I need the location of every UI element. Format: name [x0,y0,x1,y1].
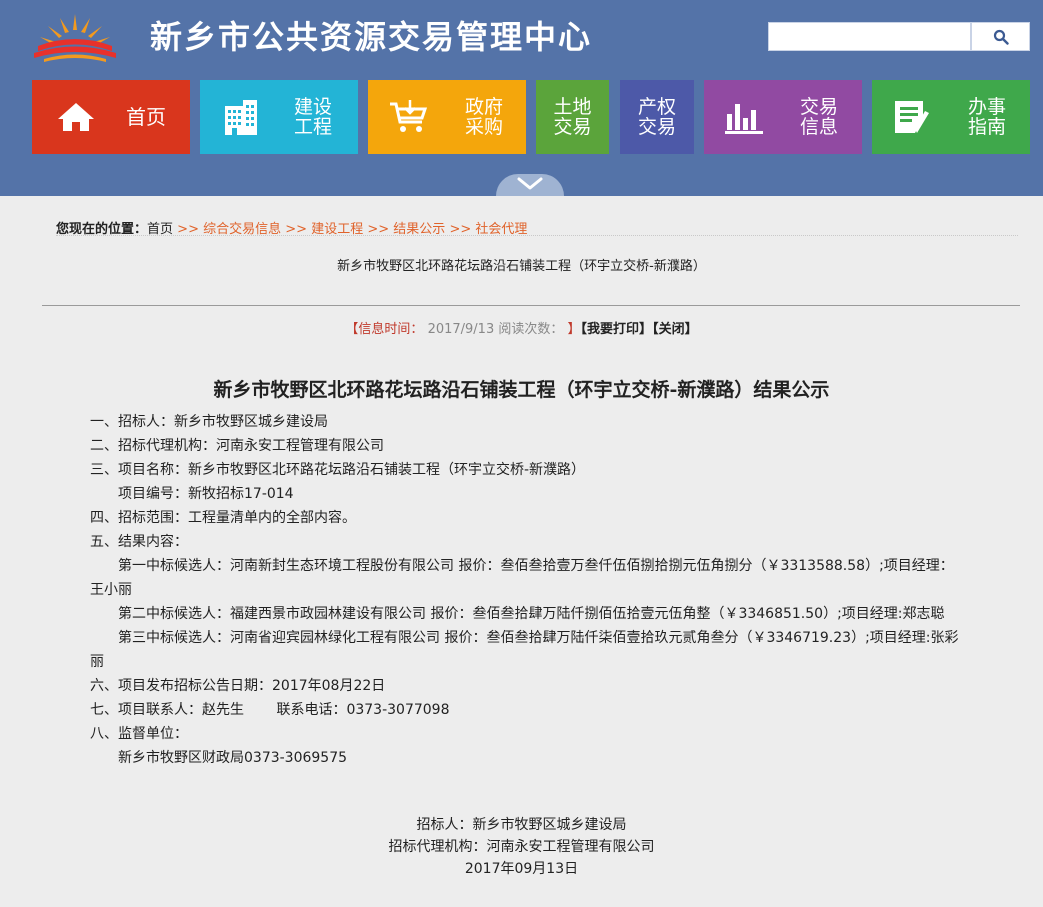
article-line: 六、项目发布招标公告日期：2017年08月22日 [90,678,386,694]
nav-government-procurement-label: 政府采购 [464,96,503,138]
article-line: 二、招标代理机构：河南永安工程管理有限公司 [90,438,384,454]
logo-emblem-icon [34,14,116,62]
site-title: 新乡市公共资源交易管理中心 [150,18,593,56]
article-line: 第一中标候选人：河南新封生态环境工程股份有限公司 报价：叁佰叁拾壹万叁仟伍佰捌拾… [90,558,954,598]
nav-home[interactable]: 首页 [32,80,190,154]
article-title: 新乡市牧野区北环路花坛路沿石铺装工程（环宇立交桥-新濮路）结果公示 [213,379,830,401]
info-meta-line: 【信息时间： 2017/9/13 阅读次数： 】【我要打印】【关闭】 [0,318,1043,337]
page-subtitle: 新乡市牧野区北环路花坛路沿石铺装工程（环宇立交桥-新濮路） [337,259,706,274]
cart-icon [388,100,428,134]
read-count-close: 】 [567,322,581,337]
article-line: 第二中标候选人：福建西景市政园林建设有限公司 报价：叁佰叁拾肆万陆仟捌佰伍拾壹元… [118,606,945,622]
search-icon [993,29,1009,45]
article-line: 第三中标候选人：河南省迎宾园林绿化工程有限公司 报价：叁佰叁拾肆万陆仟柒佰壹拾玖… [90,630,959,670]
nav-trading-info-label: 交易信息 [799,96,838,138]
nav-construction[interactable]: 建设工程 [200,80,358,154]
article-line: 四、招标范围：工程量清单内的全部内容。 [90,510,356,526]
chevron-down-icon [517,177,543,190]
nav-land-trading-label: 土地交易 [553,96,592,138]
nav-service-guide-label: 办事指南 [967,96,1006,138]
nav-property-trading-label: 产权交易 [637,96,676,138]
article-line: 五、结果内容： [90,534,188,550]
article-line: 新乡市牧野区财政局0373-3069575 [118,750,348,766]
signature-agent: 招标代理机构：河南永安工程管理有限公司 [388,839,655,855]
signature-tenderer: 招标人：新乡市牧野区城乡建设局 [416,817,627,833]
nav-trading-info[interactable]: 交易信息 [704,80,862,154]
collapse-toggle[interactable] [496,174,564,196]
site-header: 新乡市公共资源交易管理中心 首页 建设工程 政府采购 土地交易 产权交易 交易信… [0,0,1043,196]
article-body: 一、招标人：新乡市牧野区城乡建设局 二、招标代理机构：河南永安工程管理有限公司 … [90,410,960,770]
home-icon [56,101,96,133]
article-line: 项目编号：新牧招标17-014 [118,486,294,502]
nav-service-guide[interactable]: 办事指南 [872,80,1030,154]
article-line: 一、招标人：新乡市牧野区城乡建设局 [90,414,328,430]
nav-property-trading[interactable]: 产权交易 [620,80,694,154]
nav-government-procurement[interactable]: 政府采购 [368,80,526,154]
nav-construction-label: 建设工程 [293,96,332,138]
bar-chart-icon [725,100,763,134]
info-time-label: 【信息时间： [345,322,424,337]
article-line: 七、项目联系人：赵先生 联系电话：0373-3077098 [90,702,450,718]
nav-home-label: 首页 [126,105,166,129]
building-icon [223,98,259,136]
search-button[interactable] [971,22,1030,51]
breadcrumb-divider [56,235,1018,236]
content-divider [42,305,1020,306]
info-time-value: 2017/9/13 [427,322,495,337]
article-line: 三、项目名称：新乡市牧野区北环路花坛路沿石铺装工程（环宇立交桥-新濮路） [90,462,586,478]
close-button[interactable]: 【关闭】 [652,322,698,337]
print-button[interactable]: 【我要打印】 [581,322,653,337]
nav-land-trading[interactable]: 土地交易 [536,80,609,154]
article-line: 八、监督单位： [90,726,188,742]
article-signature: 招标人：新乡市牧野区城乡建设局 招标代理机构：河南永安工程管理有限公司 2017… [0,814,1043,880]
signature-date: 2017年09月13日 [464,861,579,877]
search-input[interactable] [768,22,971,51]
document-icon [893,99,931,135]
read-count-label: 阅读次数： [498,322,564,337]
